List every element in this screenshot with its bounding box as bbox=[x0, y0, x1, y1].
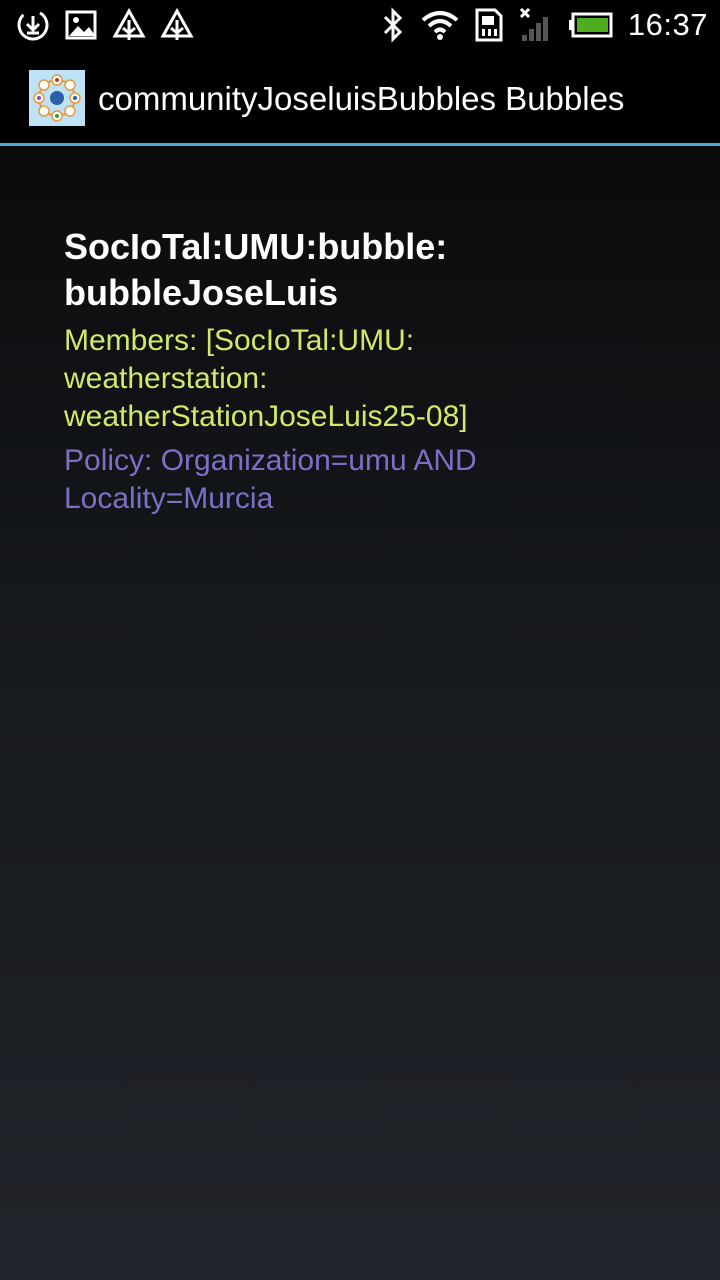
bluetooth-icon bbox=[380, 7, 406, 43]
sim-icon bbox=[474, 7, 504, 43]
image-icon bbox=[64, 8, 98, 42]
notification-icons bbox=[16, 6, 194, 44]
bubble-list: SocIoTal:UMU:bubble: bubbleJoseLuis Memb… bbox=[64, 224, 684, 518]
page-title: communityJoseluisBubbles Bubbles bbox=[98, 80, 625, 117]
bubbles-app-icon[interactable] bbox=[29, 70, 85, 126]
clock: 16:37 bbox=[627, 7, 708, 42]
battery-icon bbox=[568, 10, 614, 40]
bubble-list-item[interactable]: SocIoTal:UMU:bubble: bubbleJoseLuis Memb… bbox=[64, 224, 684, 518]
download-icon bbox=[16, 8, 50, 42]
system-status-icons: 16:37 bbox=[380, 6, 708, 44]
wifi-icon bbox=[420, 8, 460, 42]
tree-icon bbox=[112, 8, 146, 42]
tree-icon bbox=[160, 8, 194, 42]
action-bar: communityJoseluisBubbles Bubbles bbox=[0, 50, 720, 146]
bubble-policy: Policy: Organization=umu AND Locality=Mu… bbox=[64, 444, 477, 515]
bubble-name: SocIoTal:UMU:bubble: bubbleJoseLuis bbox=[64, 226, 448, 313]
status-bar: 16:37 bbox=[0, 0, 720, 50]
no-signal-icon bbox=[518, 7, 554, 43]
bubble-members: Members: [SocIoTal:UMU: weatherstation: … bbox=[64, 324, 468, 433]
